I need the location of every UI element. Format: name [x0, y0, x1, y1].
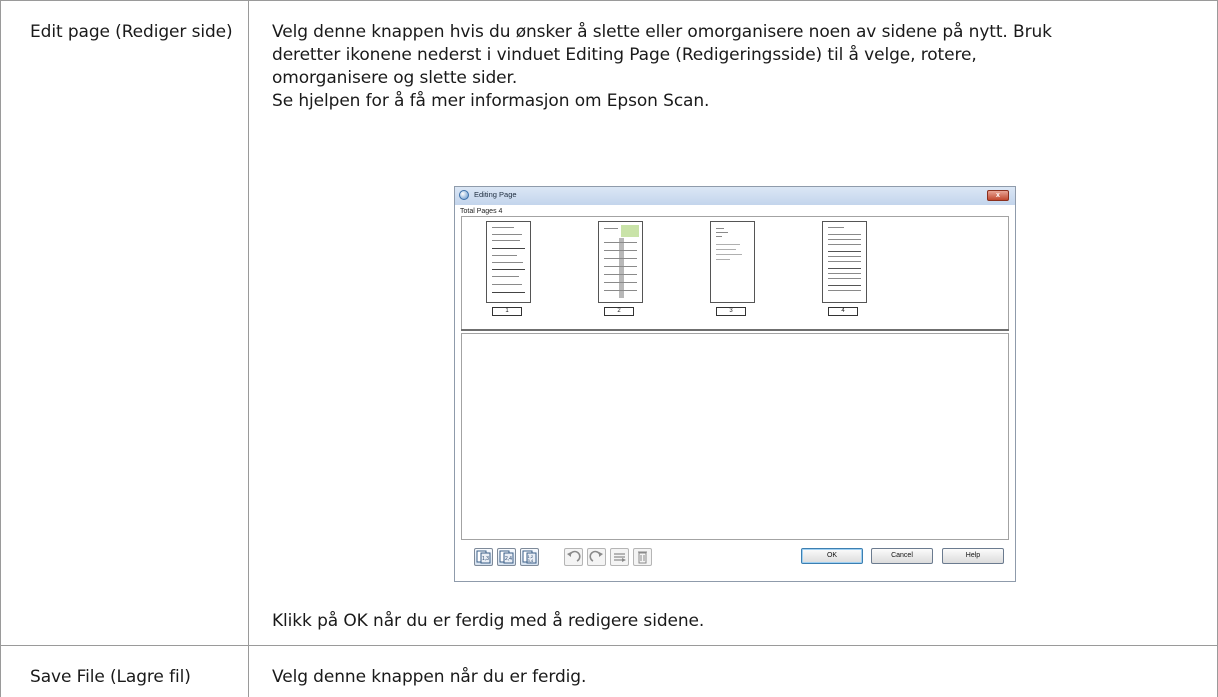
- page-edit-area[interactable]: [461, 333, 1009, 540]
- page-preview: [598, 221, 643, 303]
- rotate-left-icon[interactable]: [564, 548, 583, 566]
- page-number: 4: [828, 307, 858, 316]
- description-line: deretter ikonene nederst i vinduet Editi…: [272, 45, 977, 65]
- ok-button[interactable]: OK: [801, 548, 863, 564]
- column-divider: [248, 0, 249, 697]
- svg-text:3,4: 3,4: [528, 558, 534, 563]
- description-line: Velg denne knappen hvis du ønsker å slet…: [272, 22, 1052, 42]
- svg-text:1,3: 1,3: [482, 556, 489, 562]
- table-top-border: [0, 0, 1218, 1]
- page-number: 1: [492, 307, 522, 316]
- select-even-pages-icon[interactable]: 2,4: [497, 548, 516, 566]
- page-number: 3: [716, 307, 746, 316]
- help-button[interactable]: Help: [942, 548, 1004, 564]
- page-preview: [710, 221, 755, 303]
- dialog-title-bar: Editing Page x: [455, 187, 1015, 205]
- total-pages-label: Total Pages 4: [460, 208, 503, 215]
- page-thumbnail[interactable]: 4: [820, 221, 872, 316]
- editing-page-dialog: Editing Page x Total Pages 4 1 2 3 4 1,3…: [454, 186, 1016, 582]
- description-line: Se hjelpen for å få mer informasjon om E…: [272, 91, 710, 111]
- dialog-title: Editing Page: [474, 190, 517, 199]
- svg-text:2,4: 2,4: [505, 556, 512, 562]
- close-button[interactable]: x: [987, 190, 1009, 201]
- delete-page-icon[interactable]: [633, 548, 652, 566]
- row-footer-edit-page: Klikk på OK når du er ferdig med å redig…: [272, 611, 705, 631]
- page-preview: [822, 221, 867, 303]
- app-icon: [459, 190, 469, 200]
- row-description-save-file: Velg denne knappen når du er ferdig.: [272, 667, 587, 687]
- reorder-pages-icon[interactable]: [610, 548, 629, 566]
- page-thumbnail[interactable]: 3: [708, 221, 760, 316]
- row-divider: [0, 645, 1218, 646]
- row-label-edit-page: Edit page (Rediger side): [30, 22, 233, 42]
- page-number: 2: [604, 307, 634, 316]
- row-description-edit-page: Velg denne knappen hvis du ønsker å slet…: [272, 21, 1192, 113]
- cancel-button[interactable]: Cancel: [871, 548, 933, 564]
- select-all-pages-icon[interactable]: 1,2 3,4: [520, 548, 539, 566]
- strip-divider: [461, 329, 1009, 331]
- page-thumbnail[interactable]: 1: [484, 221, 536, 316]
- page-thumbnail[interactable]: 2: [596, 221, 648, 316]
- row-label-save-file: Save File (Lagre fil): [30, 667, 191, 687]
- page-preview: [486, 221, 531, 303]
- rotate-right-icon[interactable]: [587, 548, 606, 566]
- select-odd-pages-icon[interactable]: 1,3: [474, 548, 493, 566]
- dialog-toolbar: 1,3 2,4 1,2 3,4 OK Cancel Help: [461, 545, 1009, 575]
- description-line: omorganisere og slette sider.: [272, 68, 518, 88]
- thumbnail-strip[interactable]: 1 2 3 4: [461, 216, 1009, 330]
- table-left-border: [0, 0, 1, 697]
